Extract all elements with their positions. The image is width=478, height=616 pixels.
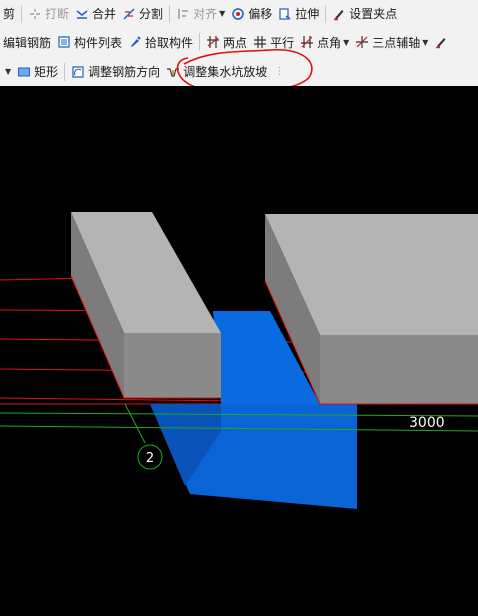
offset-button[interactable]: 偏移 — [228, 3, 275, 25]
cut-label: 剪 — [3, 7, 16, 21]
point-angle-dropdown-icon[interactable]: ▼ — [343, 38, 349, 47]
toolbar-separator — [325, 4, 327, 23]
pick-icon — [128, 35, 142, 49]
break-label: 打断 — [45, 7, 70, 21]
overflow-pencil-button[interactable] — [431, 31, 454, 53]
stretch-label: 拉伸 — [295, 7, 320, 21]
viewport-canvas[interactable]: 2 — [0, 86, 478, 616]
two-points-icon — [206, 35, 220, 49]
expand-dropdown-icon[interactable]: ▼ — [5, 67, 11, 76]
stretch-button[interactable]: 拉伸 — [275, 3, 322, 25]
list-icon — [57, 35, 71, 49]
merge-label: 合并 — [92, 7, 117, 21]
axis-marker-label: 2 — [146, 451, 154, 466]
point-angle-label: 点角 — [317, 35, 342, 50]
toolbar-separator — [64, 62, 66, 81]
adjust-rebar-direction-button[interactable]: 调整钢筋方向 — [68, 61, 163, 83]
offset-label: 偏移 — [248, 7, 273, 21]
split-icon — [122, 7, 136, 21]
two-points-button[interactable]: 两点 — [203, 31, 250, 53]
align-dropdown-icon[interactable]: ▼ — [219, 9, 225, 18]
break-icon — [28, 7, 42, 21]
align-icon — [176, 7, 190, 21]
toolbar-separator — [169, 4, 171, 23]
align-button[interactable]: 对齐 ▼ — [173, 3, 228, 25]
adjust-sump-slope-label: 调整集水坑放坡 — [183, 65, 268, 79]
three-point-axis-label: 三点辅轴 — [372, 35, 421, 50]
rebar-direction-icon — [71, 65, 85, 79]
rectangle-icon — [17, 65, 31, 79]
offset-icon — [231, 7, 245, 21]
set-pinch-point-label: 设置夹点 — [349, 7, 398, 21]
toolbar-row-2: 编辑钢筋 构件列表 拾取构件 两点 平行 点角 ▼ 三点辅轴 ▼ — [0, 27, 478, 57]
component-list-button[interactable]: 构件列表 — [54, 31, 125, 53]
pencil-icon — [434, 35, 448, 49]
parallel-button[interactable]: 平行 — [250, 31, 297, 53]
three-point-axis-icon — [355, 35, 369, 49]
stretch-icon — [278, 7, 292, 21]
toolbar-grip-icon[interactable]: ⋮ — [274, 66, 284, 77]
two-points-label: 两点 — [223, 35, 248, 50]
toolbar-row-3: ▼ 矩形 调整钢筋方向 调整集水坑放坡 ⋮ — [0, 57, 478, 87]
pick-component-label: 拾取构件 — [145, 35, 194, 50]
point-angle-icon — [300, 35, 314, 49]
pencil-icon — [332, 7, 346, 21]
parallel-icon — [253, 35, 267, 49]
toolbar-expand-button[interactable]: ▼ — [0, 61, 14, 83]
rectangle-button[interactable]: 矩形 — [14, 61, 61, 83]
axis-marker[interactable]: 2 — [137, 444, 163, 470]
left-block-front-face — [124, 333, 221, 398]
three-point-axis-button[interactable]: 三点辅轴 ▼ — [352, 31, 431, 53]
dimension-label: 3000 — [409, 415, 445, 431]
set-pinch-point-button[interactable]: 设置夹点 — [329, 3, 400, 25]
adjust-rebar-direction-label: 调整钢筋方向 — [88, 65, 161, 79]
three-point-axis-dropdown-icon[interactable]: ▼ — [422, 38, 428, 47]
parallel-label: 平行 — [270, 35, 295, 50]
right-block-front-face — [320, 335, 478, 404]
split-button[interactable]: 分割 — [119, 3, 166, 25]
adjust-sump-slope-button[interactable]: 调整集水坑放坡 — [163, 61, 270, 83]
edit-rebar-label: 编辑钢筋 — [3, 35, 52, 50]
3d-viewport[interactable]: 2 3000 — [0, 86, 478, 616]
toolbar-row-1: 剪 打断 合并 分割 对齐 ▼ 偏移 拉伸 设置夹点 — [0, 0, 478, 27]
cut-button[interactable]: 剪 — [0, 3, 18, 25]
sump-slope-icon — [166, 65, 180, 79]
merge-button[interactable]: 合并 — [72, 3, 119, 25]
toolbar-separator — [21, 4, 23, 23]
align-label: 对齐 — [193, 7, 218, 21]
edit-rebar-button[interactable]: 编辑钢筋 — [0, 31, 54, 53]
merge-icon — [75, 7, 89, 21]
component-list-label: 构件列表 — [74, 35, 123, 50]
point-angle-button[interactable]: 点角 ▼ — [297, 31, 352, 53]
split-label: 分割 — [139, 7, 164, 21]
toolbar-separator — [199, 33, 201, 51]
break-button[interactable]: 打断 — [25, 3, 72, 25]
rectangle-label: 矩形 — [34, 65, 59, 79]
pick-component-button[interactable]: 拾取构件 — [125, 31, 196, 53]
